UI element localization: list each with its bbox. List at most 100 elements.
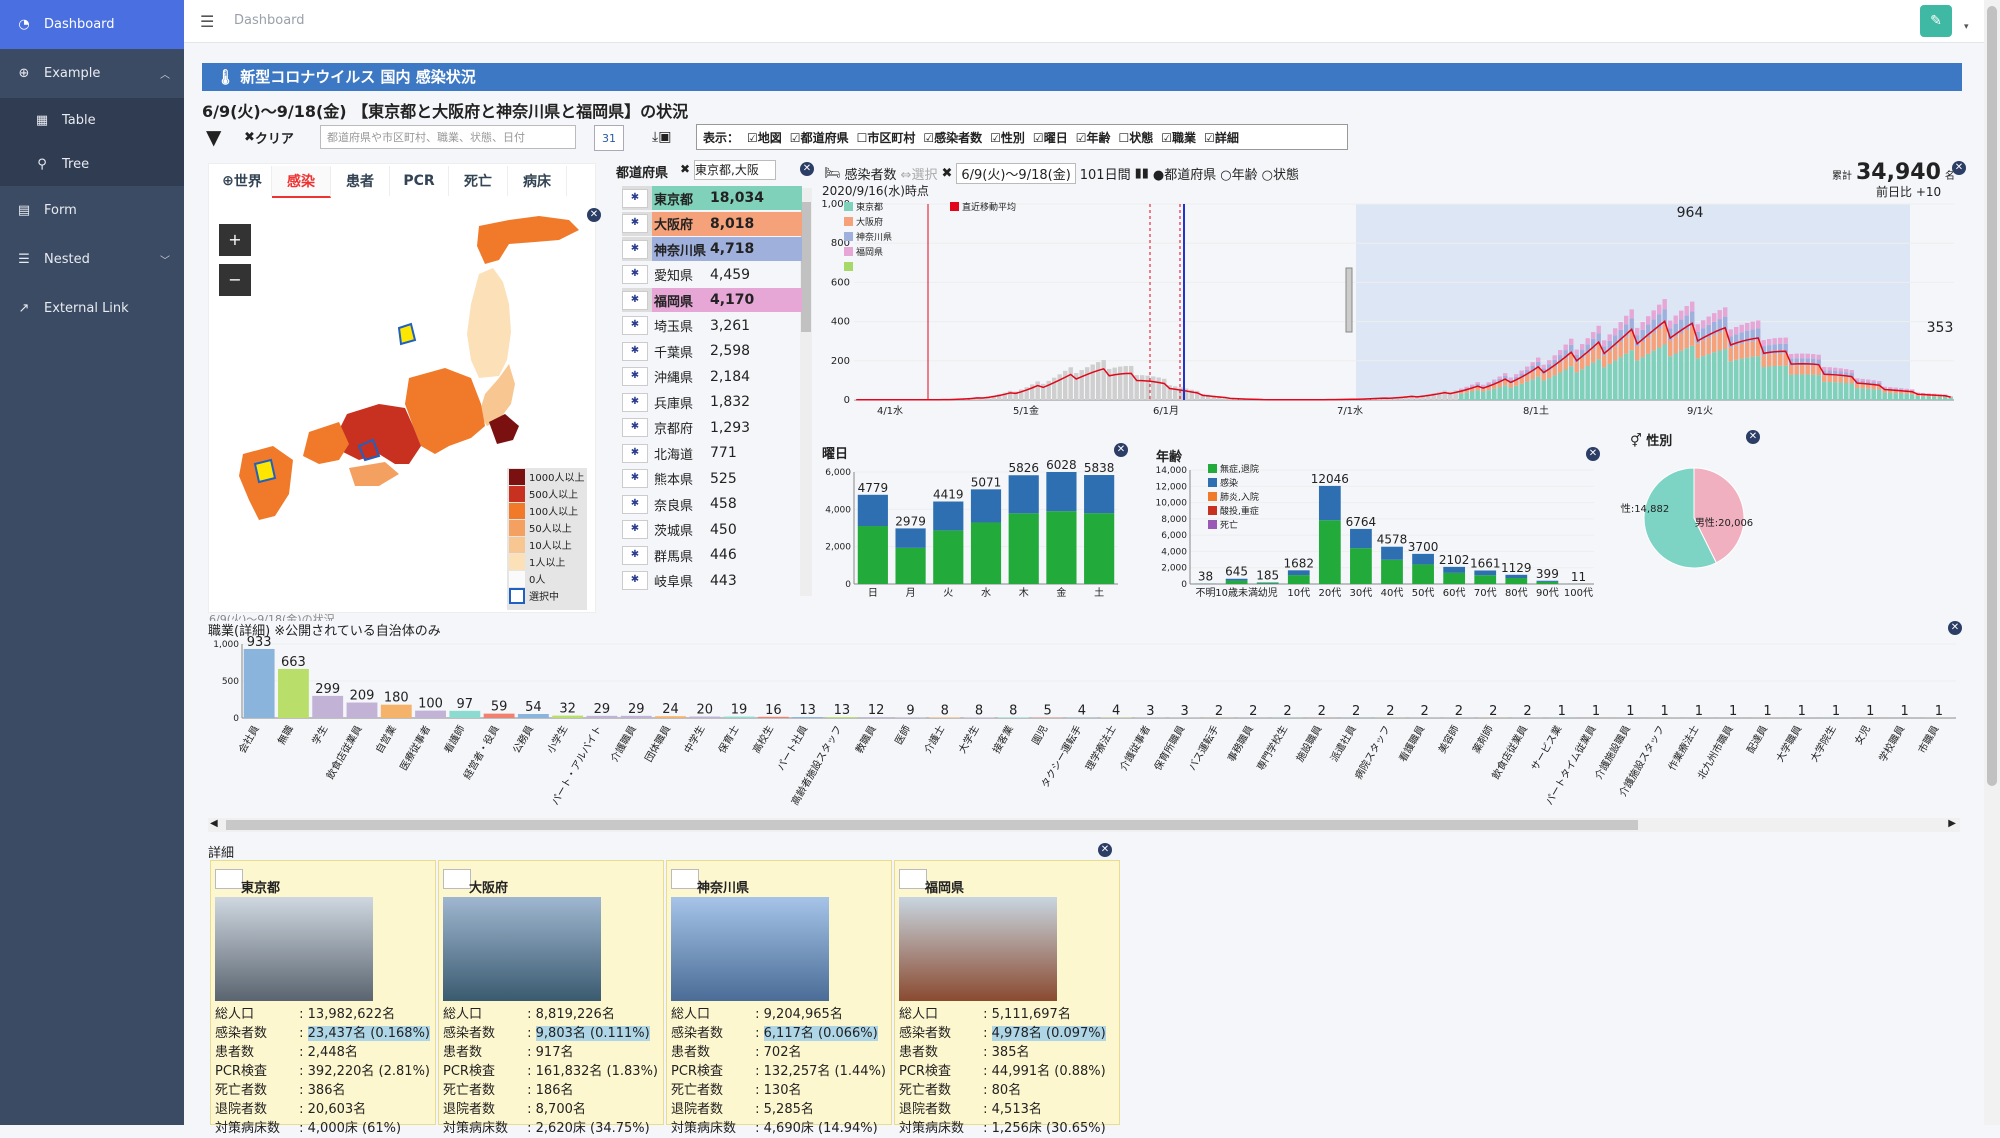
bar-segment[interactable]: [1564, 345, 1568, 351]
bar-segment[interactable]: [1707, 337, 1711, 354]
bar-segment[interactable]: [1734, 327, 1738, 334]
bar[interactable]: [1443, 573, 1465, 584]
bar[interactable]: [312, 696, 343, 718]
hamburger-menu-icon[interactable]: ☰: [200, 12, 214, 31]
select-toggle[interactable]: ⇔選択: [901, 164, 938, 183]
bar-segment[interactable]: [1734, 345, 1738, 360]
bar[interactable]: [1257, 583, 1279, 584]
bar-segment[interactable]: [1767, 366, 1771, 400]
bar[interactable]: [381, 705, 412, 718]
page-scrollbar[interactable]: [1984, 0, 2000, 1125]
bar-segment[interactable]: [1657, 348, 1661, 400]
bar-segment[interactable]: [1481, 385, 1485, 387]
option-details[interactable]: ☑詳細: [1204, 129, 1239, 146]
bar-segment[interactable]: [1619, 357, 1623, 400]
bar[interactable]: [1381, 560, 1403, 584]
bar-segment[interactable]: [1784, 366, 1788, 400]
bar-segment[interactable]: [1696, 358, 1700, 400]
bar-segment[interactable]: [1652, 333, 1656, 351]
range-handle[interactable]: [1346, 268, 1352, 332]
bar-segment[interactable]: [971, 489, 1001, 522]
sidebar-item-tree[interactable]: ⚲Tree: [0, 142, 184, 186]
sidebar-item-example[interactable]: ⊕Example︿: [0, 49, 184, 98]
bar-segment[interactable]: [1558, 363, 1562, 373]
bar-segment[interactable]: [1663, 344, 1667, 400]
bar-segment[interactable]: [1762, 367, 1766, 400]
bar[interactable]: [1069, 367, 1073, 400]
bar-segment[interactable]: [1844, 369, 1848, 372]
bar-segment[interactable]: [1547, 378, 1551, 400]
prefecture-row[interactable]: ✱愛知県4,459: [622, 263, 802, 287]
bar-segment[interactable]: [1872, 380, 1876, 382]
bar[interactable]: [347, 703, 378, 718]
age-chart[interactable]: 02,0004,0006,0008,00010,00012,00014,0003…: [1150, 456, 1600, 606]
bar-segment[interactable]: [1866, 385, 1870, 389]
sidebar-item-form[interactable]: ▤Form: [0, 186, 184, 235]
bar-segment[interactable]: [1679, 333, 1683, 351]
prefecture-row[interactable]: ✱沖縄県2,184: [622, 365, 802, 389]
bar-segment[interactable]: [1822, 375, 1826, 382]
bar-segment[interactable]: [1597, 326, 1601, 333]
bar-segment[interactable]: [1850, 370, 1854, 373]
bar-segment[interactable]: [1685, 306, 1689, 315]
bar-segment[interactable]: [1866, 380, 1870, 382]
bar-segment[interactable]: [1767, 339, 1771, 345]
bar[interactable]: [1537, 582, 1559, 584]
bar-segment[interactable]: [1575, 362, 1579, 372]
bar-segment[interactable]: [1723, 349, 1727, 400]
map-region-kyushu[interactable]: [239, 446, 293, 520]
bar-segment[interactable]: [1514, 386, 1518, 400]
bar-segment[interactable]: [895, 528, 925, 547]
sidebar-item-nested[interactable]: ☰Nested﹀: [0, 235, 184, 284]
prefecture-row[interactable]: ✱神奈川県4,718: [622, 237, 802, 261]
bar-segment[interactable]: [1492, 389, 1496, 400]
bar-segment[interactable]: [1412, 554, 1434, 565]
weekday-close-icon[interactable]: ✕: [1114, 443, 1128, 457]
bar[interactable]: [1096, 362, 1100, 400]
bar-segment[interactable]: [1586, 366, 1590, 400]
bar-segment[interactable]: [1613, 361, 1617, 400]
bar-segment[interactable]: [1745, 358, 1749, 400]
bar-segment[interactable]: [1872, 389, 1876, 400]
bar-segment[interactable]: [1558, 373, 1562, 400]
option-occupation[interactable]: ☑職業: [1161, 129, 1196, 146]
bar-segment[interactable]: [1547, 360, 1551, 364]
bar-segment[interactable]: [1894, 393, 1898, 400]
bar-segment[interactable]: [1641, 322, 1645, 330]
bar-segment[interactable]: [1613, 346, 1617, 360]
prefecture-row[interactable]: ✱千葉県2,598: [622, 339, 802, 363]
prefecture-row[interactable]: ✱北海道771: [622, 441, 802, 465]
prefecture-filter-input[interactable]: 東京都,大阪: [694, 160, 776, 180]
bar-segment[interactable]: [1635, 360, 1639, 400]
bar[interactable]: [1412, 564, 1434, 584]
bar-segment[interactable]: [1520, 378, 1524, 384]
bar-segment[interactable]: [1899, 394, 1903, 400]
bar-segment[interactable]: [1707, 317, 1711, 325]
sidebar-item-table[interactable]: ▦Table: [0, 98, 184, 142]
bar-segment[interactable]: [1525, 367, 1529, 370]
sidebar-item-external-link[interactable]: ↗External Link: [0, 284, 184, 333]
bar-segment[interactable]: [1319, 486, 1341, 520]
bar-segment[interactable]: [1635, 328, 1639, 335]
bar-segment[interactable]: [1795, 374, 1799, 400]
bar-segment[interactable]: [1525, 375, 1529, 382]
bar-segment[interactable]: [1505, 575, 1527, 578]
bar-segment[interactable]: [1580, 369, 1584, 400]
bar-segment[interactable]: [1525, 382, 1529, 400]
date-clear-icon[interactable]: ✖: [941, 166, 952, 181]
bar-segment[interactable]: [1575, 350, 1579, 355]
bar[interactable]: [1505, 578, 1527, 584]
bar-segment[interactable]: [1602, 355, 1606, 367]
bar-segment[interactable]: [1866, 389, 1870, 400]
bar-segment[interactable]: [1553, 375, 1557, 400]
scrollbar-thumb[interactable]: [1987, 6, 1997, 786]
bar[interactable]: [1146, 376, 1150, 400]
bar-segment[interactable]: [1844, 377, 1848, 383]
bar-segment[interactable]: [1844, 383, 1848, 400]
bar-segment[interactable]: [1608, 334, 1612, 341]
bar-segment[interactable]: [1586, 338, 1590, 344]
bar-segment[interactable]: [1855, 384, 1859, 388]
bar-segment[interactable]: [1443, 567, 1465, 573]
bar[interactable]: [971, 522, 1001, 584]
bar-segment[interactable]: [1350, 529, 1372, 548]
